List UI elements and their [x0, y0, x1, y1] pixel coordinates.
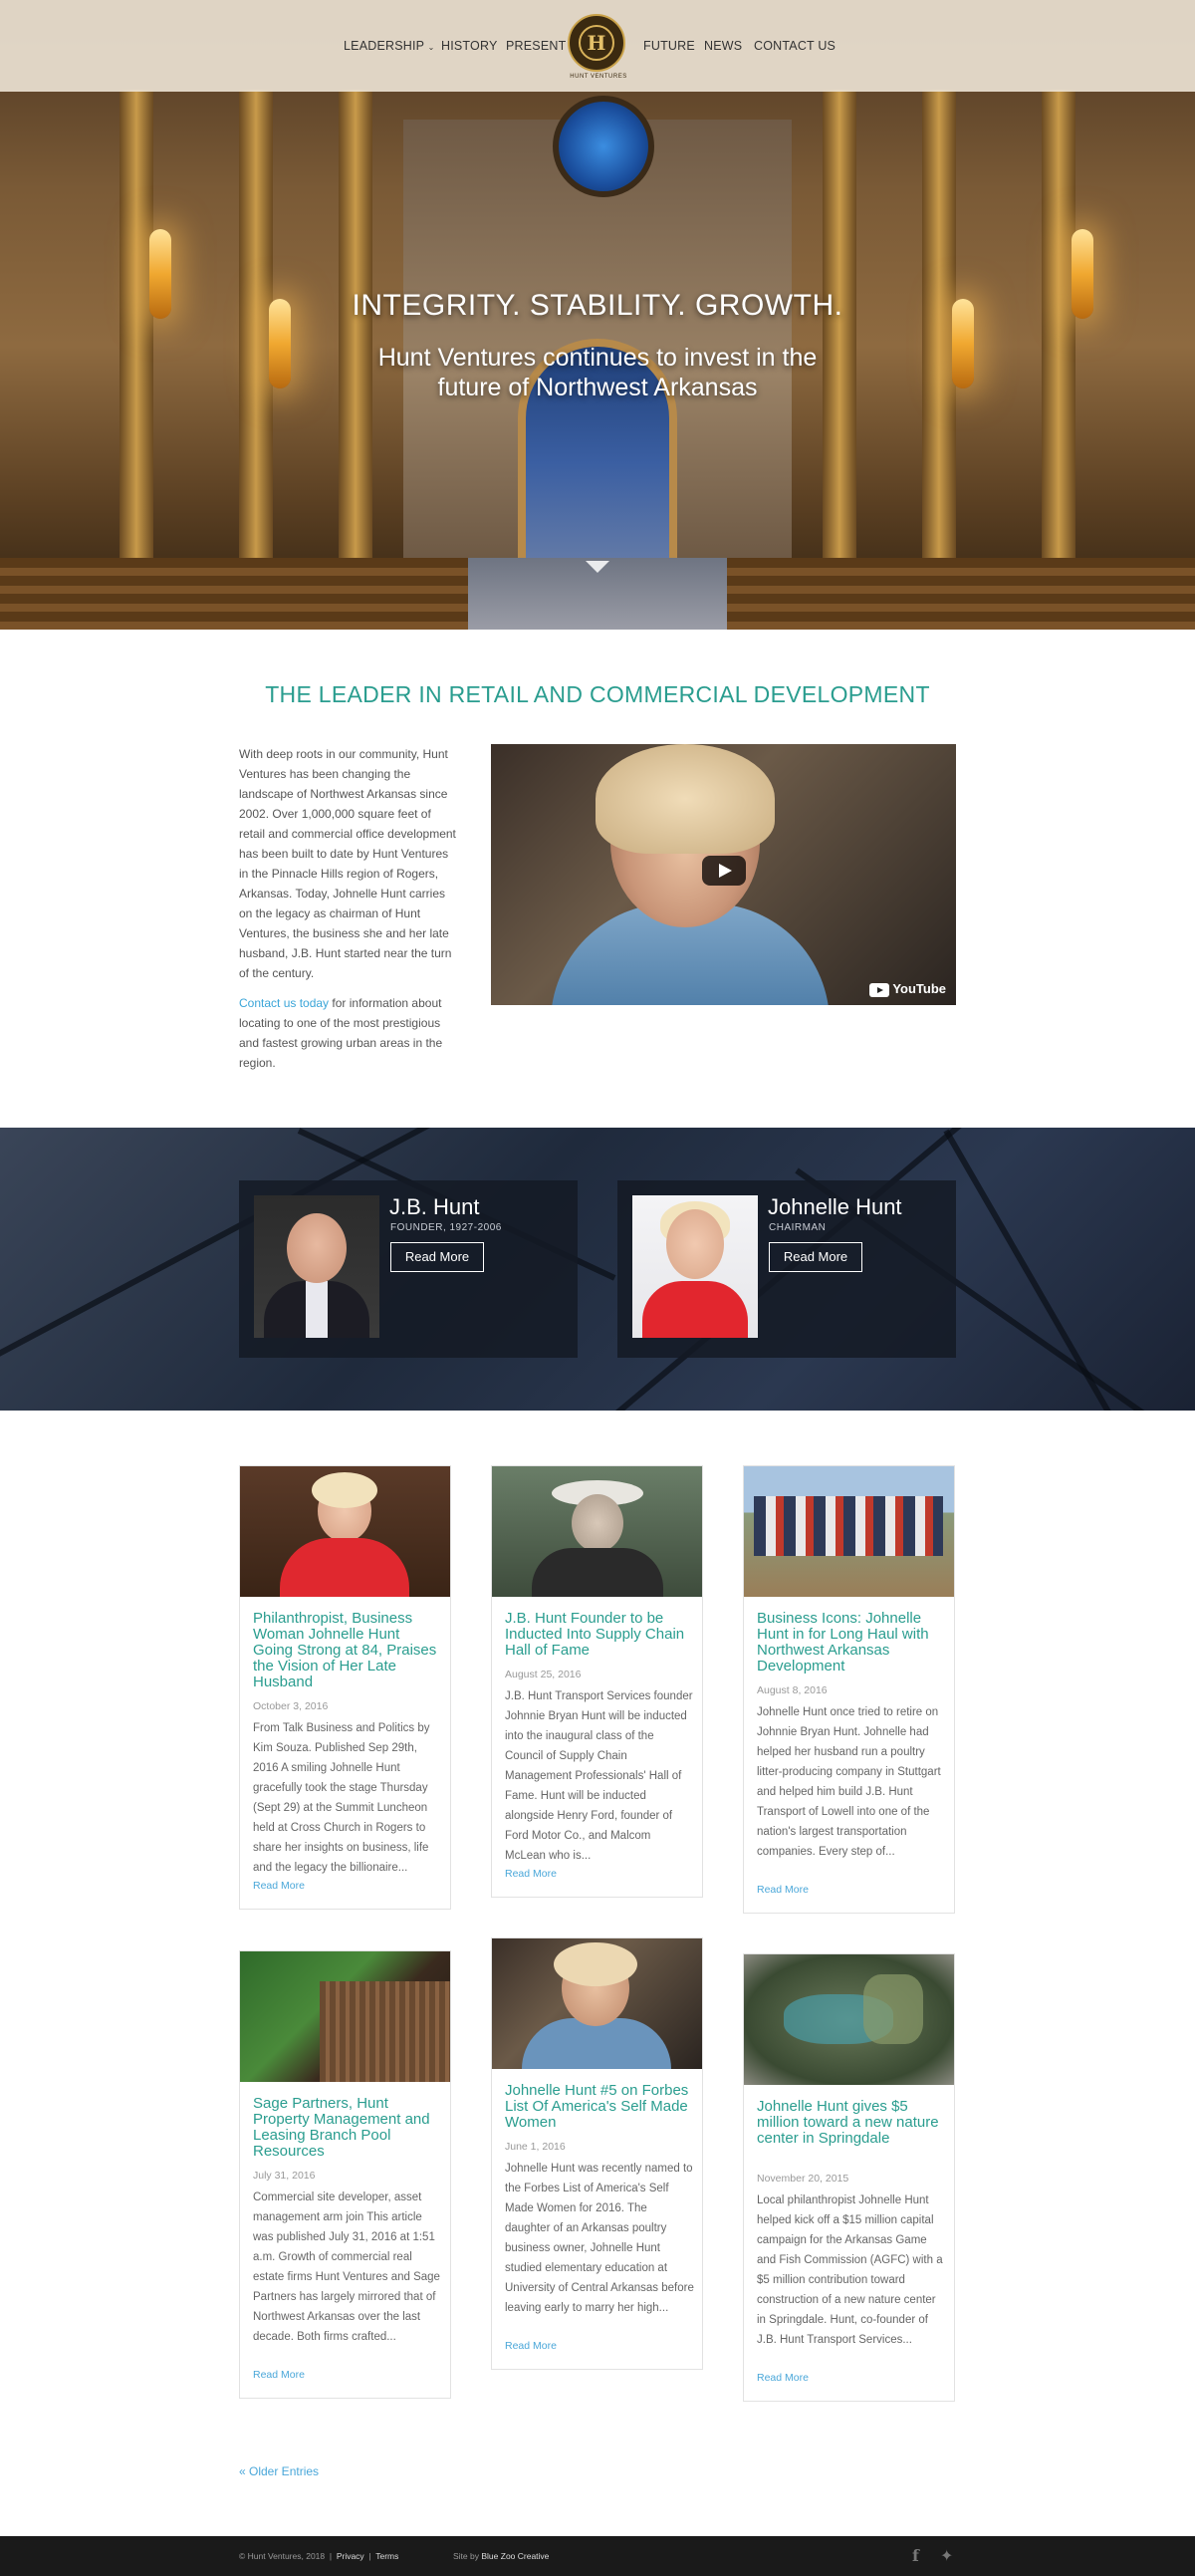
post-excerpt: From Talk Business and Politics by Kim S…: [253, 1722, 430, 1874]
intro-video[interactable]: YouTube: [491, 744, 956, 1005]
blog-post-card: Johnelle Hunt gives $5 million toward a …: [743, 1953, 955, 2402]
post-title[interactable]: Johnelle Hunt gives $5 million toward a …: [757, 2099, 941, 2147]
post-read-more-link[interactable]: Read More: [505, 1868, 557, 1880]
facebook-icon[interactable]: f: [912, 2546, 919, 2565]
scroll-down-icon[interactable]: [586, 561, 609, 573]
blog-post-card: Sage Partners, Hunt Property Management …: [239, 1950, 451, 2399]
nav-future[interactable]: FUTURE: [643, 39, 695, 53]
person-card-johnelle-hunt: Johnelle Hunt CHAIRMAN Read More: [617, 1180, 956, 1358]
post-excerpt: Johnelle Hunt once tried to retire on Jo…: [757, 1706, 941, 1858]
terms-link[interactable]: Terms: [375, 2551, 398, 2561]
post-thumbnail[interactable]: [492, 1466, 702, 1597]
contact-link[interactable]: Contact us today: [239, 996, 329, 1010]
intro-contact-paragraph: Contact us today for information about l…: [239, 996, 443, 1070]
intro-paragraph: With deep roots in our community, Hunt V…: [239, 747, 456, 980]
twitter-icon[interactable]: ✦: [940, 2546, 953, 2566]
nav-history[interactable]: HISTORY: [441, 39, 498, 53]
hero-banner: INTEGRITY. STABILITY. GROWTH. Hunt Ventu…: [0, 0, 1195, 630]
chapel-column: [339, 90, 372, 608]
logo-text: HUNT VENTURES: [570, 74, 627, 80]
site-footer: © Hunt Ventures, 2018 | Privacy | Terms …: [0, 2536, 1195, 2576]
nav-leadership[interactable]: LEADERSHIP ⌄: [344, 39, 435, 53]
logo-monogram: H: [579, 25, 614, 61]
section-title: THE LEADER IN RETAIL AND COMMERCIAL DEVE…: [265, 681, 930, 707]
hunt-ventures-logo[interactable]: H HUNT VENTURES: [568, 14, 626, 80]
youtube-logo[interactable]: YouTube: [869, 981, 946, 997]
play-icon[interactable]: [702, 856, 746, 886]
blog-post-card: Philanthropist, Business Woman Johnelle …: [239, 1465, 451, 1910]
footer-credit: Site by Blue Zoo Creative: [453, 2551, 550, 2561]
jb-hunt-read-more-button[interactable]: Read More: [390, 1242, 484, 1272]
post-thumbnail[interactable]: [744, 1954, 954, 2085]
hero-headline: INTEGRITY. STABILITY. GROWTH.: [352, 289, 843, 322]
chapel-column: [1042, 90, 1076, 608]
blue-zoo-link[interactable]: Blue Zoo Creative: [481, 2551, 549, 2561]
post-date: August 25, 2016: [505, 1669, 582, 1680]
post-date: August 8, 2016: [757, 1684, 828, 1696]
post-title[interactable]: Sage Partners, Hunt Property Management …: [253, 2096, 437, 2160]
blog-post-card: Business Icons: Johnelle Hunt in for Lon…: [743, 1465, 955, 1914]
post-read-more-link[interactable]: Read More: [253, 1880, 305, 1892]
nav-news[interactable]: NEWS: [704, 39, 742, 53]
blog-post-card: Johnelle Hunt #5 on Forbes List Of Ameri…: [491, 1937, 703, 2370]
post-date: November 20, 2015: [757, 2173, 849, 2185]
privacy-link[interactable]: Privacy: [337, 2551, 364, 2561]
post-title[interactable]: Business Icons: Johnelle Hunt in for Lon…: [757, 1611, 941, 1674]
post-excerpt: Johnelle Hunt was recently named to the …: [505, 2163, 694, 2314]
post-excerpt: Commercial site developer, asset managem…: [253, 2191, 440, 2343]
post-read-more-link[interactable]: Read More: [757, 1884, 809, 1896]
post-excerpt: Local philanthropist Johnelle Hunt helpe…: [757, 2194, 943, 2346]
chevron-down-icon: ⌄: [427, 43, 435, 52]
person-card-jb-hunt: J.B. Hunt FOUNDER, 1927-2006 Read More: [239, 1180, 578, 1358]
chapel-column: [239, 90, 273, 608]
post-thumbnail[interactable]: [240, 1466, 450, 1597]
post-title[interactable]: Johnelle Hunt #5 on Forbes List Of Ameri…: [505, 2083, 689, 2131]
post-date: July 31, 2016: [253, 2170, 316, 2182]
person-role: FOUNDER, 1927-2006: [390, 1222, 502, 1233]
hero-subheadline: Hunt Ventures continues to invest in the…: [377, 344, 818, 401]
person-name: Johnelle Hunt: [768, 1194, 902, 1219]
post-read-more-link[interactable]: Read More: [505, 2340, 557, 2352]
post-date: October 3, 2016: [253, 1700, 329, 1712]
person-role: CHAIRMAN: [769, 1222, 827, 1233]
youtube-icon: [869, 983, 890, 997]
chapel-column: [120, 90, 153, 608]
post-thumbnail[interactable]: [744, 1466, 954, 1597]
post-date: June 1, 2016: [505, 2141, 566, 2153]
post-title[interactable]: J.B. Hunt Founder to be Inducted Into Su…: [505, 1611, 689, 1659]
older-entries-link[interactable]: « Older Entries: [239, 2464, 319, 2478]
johnelle-hunt-photo: [632, 1195, 758, 1338]
jb-hunt-photo: [254, 1195, 379, 1338]
rose-window: [553, 96, 654, 197]
nav-present[interactable]: PRESENT: [506, 39, 566, 53]
leadership-band: [0, 1128, 1195, 1411]
chapel-column: [823, 90, 856, 608]
copyright-text: © Hunt Ventures, 2018: [239, 2551, 326, 2561]
top-navigation: LEADERSHIP ⌄ HISTORY PRESENT H HUNT VENT…: [0, 0, 1195, 92]
person-name: J.B. Hunt: [389, 1194, 480, 1219]
post-title[interactable]: Philanthropist, Business Woman Johnelle …: [253, 1611, 437, 1690]
post-read-more-link[interactable]: Read More: [757, 2372, 809, 2384]
footer-legal: © Hunt Ventures, 2018 | Privacy | Terms: [239, 2551, 399, 2561]
post-read-more-link[interactable]: Read More: [253, 2369, 305, 2381]
chapel-column: [922, 90, 956, 608]
post-thumbnail[interactable]: [240, 1951, 450, 2082]
johnelle-hunt-read-more-button[interactable]: Read More: [769, 1242, 862, 1272]
post-excerpt: J.B. Hunt Transport Services founder Joh…: [505, 1690, 693, 1862]
video-subject-hair: [596, 744, 775, 854]
blog-post-card: J.B. Hunt Founder to be Inducted Into Su…: [491, 1465, 703, 1898]
post-thumbnail[interactable]: [492, 1938, 702, 2069]
nav-contact-us[interactable]: CONTACT US: [754, 39, 836, 53]
